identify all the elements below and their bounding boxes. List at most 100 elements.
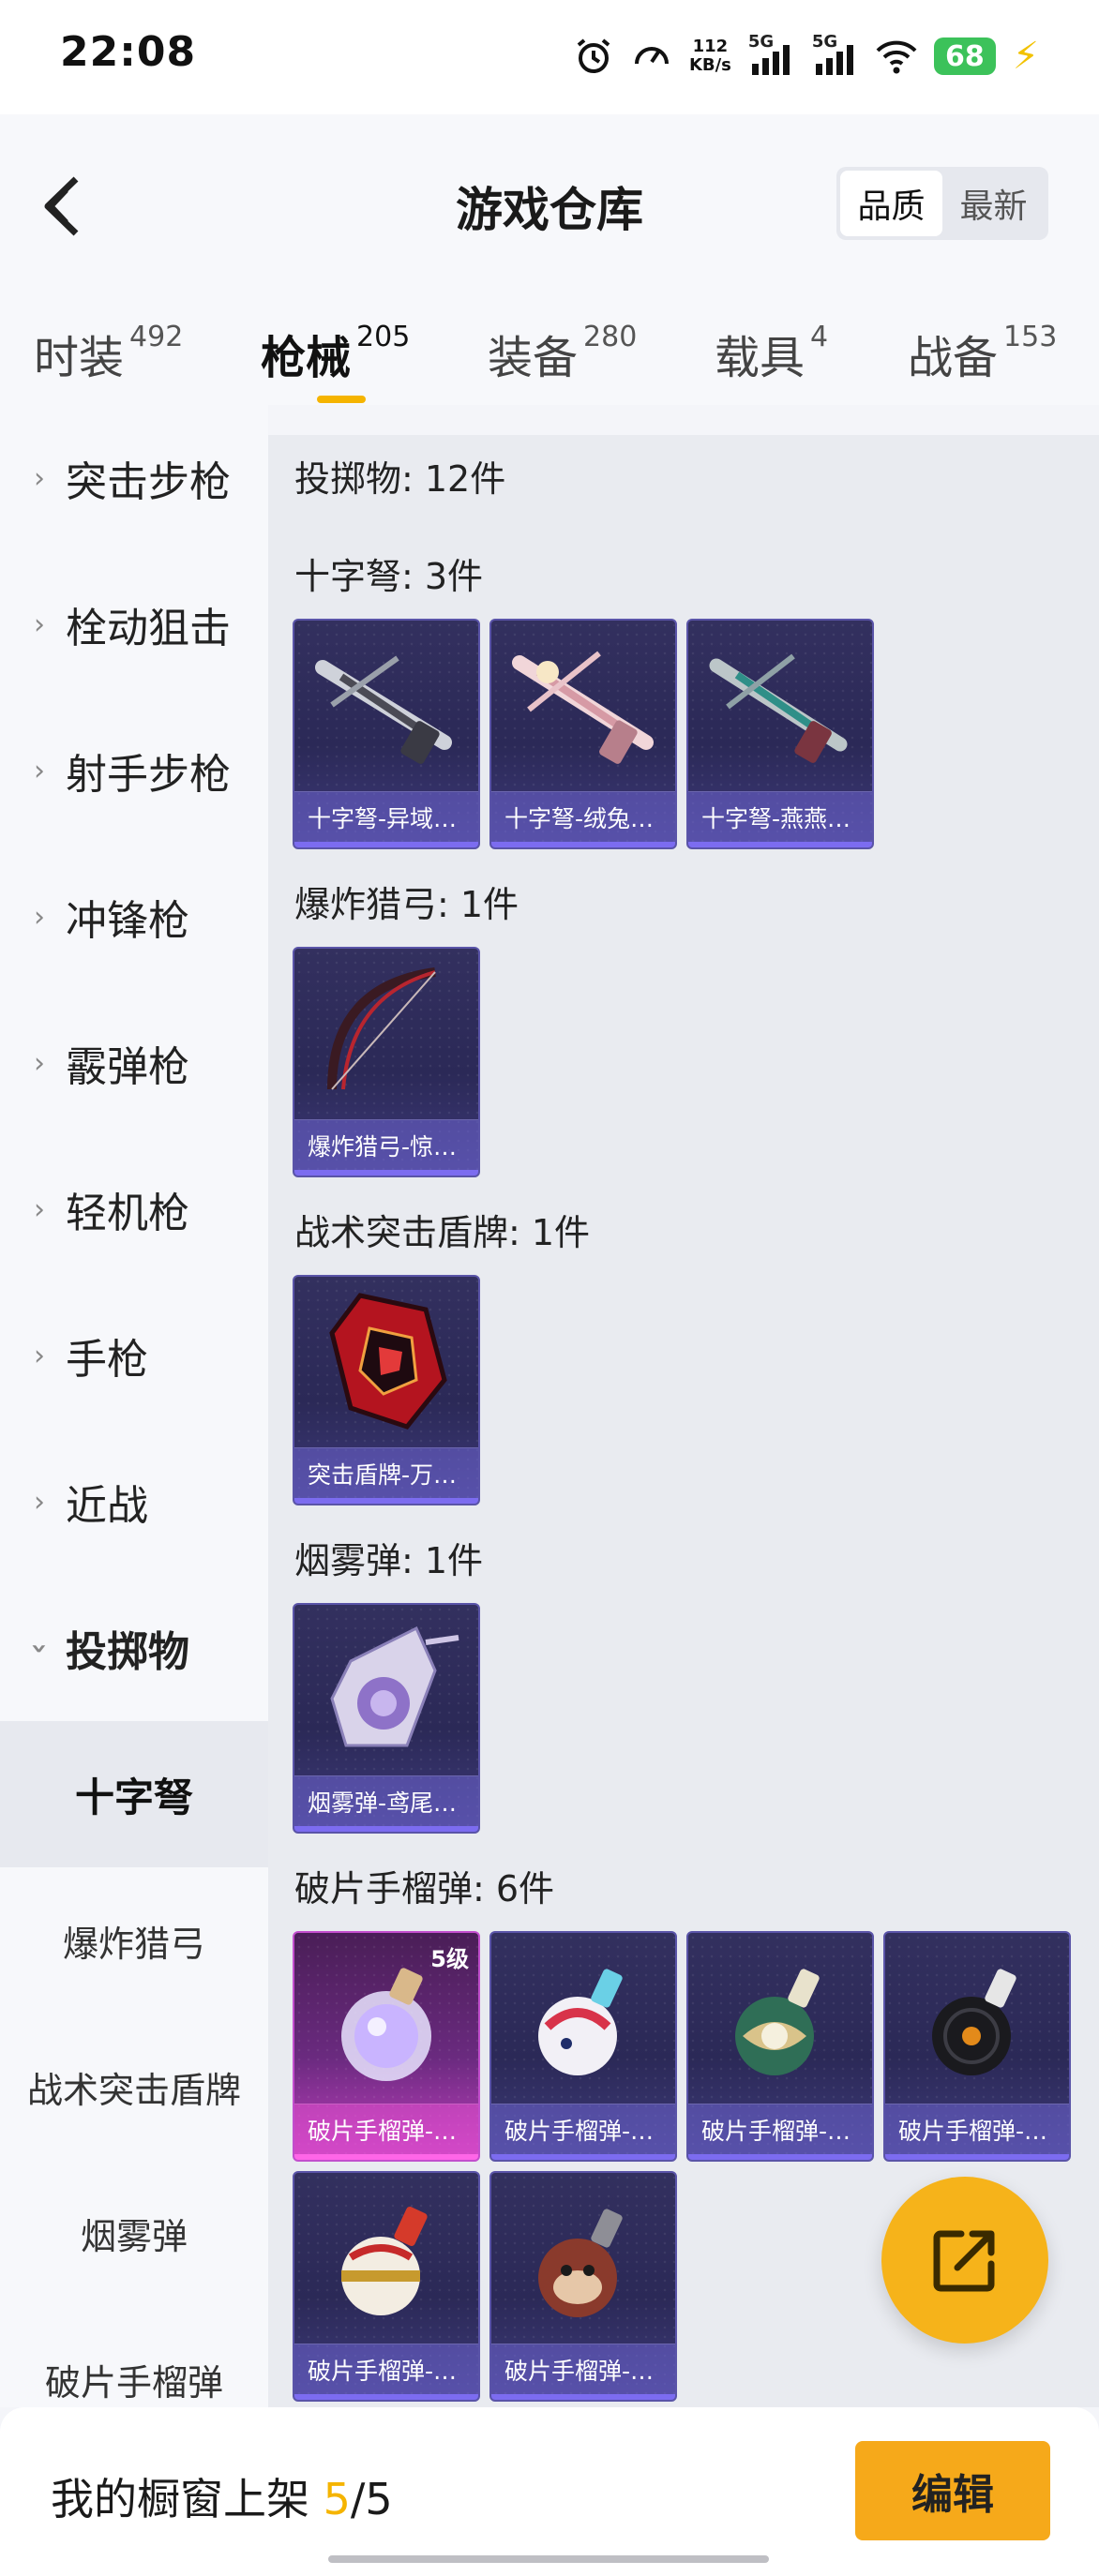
item-card[interactable]: 十字弩-绒兔… xyxy=(489,619,677,849)
chevron-right-icon: › xyxy=(34,1339,45,1372)
tab-count: 153 xyxy=(1003,321,1058,353)
sidebar-item-assault-rifle[interactable]: › 突击步枪 xyxy=(0,405,268,551)
edit-button[interactable]: 编辑 xyxy=(855,2441,1050,2540)
group-title: 破片手榴弹: 6件 xyxy=(294,1868,555,1910)
item-grid: 烟雾弹-鸢尾… xyxy=(293,1603,1090,1834)
group-title: 战术突击盾牌: 1件 xyxy=(294,1212,591,1253)
sort-option-quality[interactable]: 品质 xyxy=(840,171,942,236)
item-label: 突击盾牌-万… xyxy=(294,1447,478,1504)
chevron-down-icon: › xyxy=(23,1641,56,1655)
wifi-icon xyxy=(876,40,917,74)
header: 游戏仓库 品质 最新 时装 492 枪械 205 装备 280 载具 4 战备 153 xyxy=(0,114,1099,405)
sidebar-item-smg[interactable]: › 冲锋枪 xyxy=(0,844,268,990)
item-card[interactable]: 破片手榴弹-… xyxy=(489,1931,677,2162)
level-badge: 5级 xyxy=(430,1946,469,1972)
status-icons: 112 KB/s 5G 5G 68 ⚡ xyxy=(573,28,1039,84)
item-card[interactable]: 破片手榴弹-… xyxy=(293,2171,480,2402)
sidebar-item-label: 栓动狙击 xyxy=(66,605,231,652)
item-label: 十字弩-燕燕… xyxy=(688,791,872,847)
battery-icon: 68 xyxy=(933,37,996,75)
jade-grenade-icon xyxy=(735,1969,820,2075)
item-grid: 爆炸猎弓-惊… xyxy=(293,947,1090,1177)
category-tabs: 时装 492 枪械 205 装备 280 载具 4 战备 153 xyxy=(0,321,1099,405)
shield-icon xyxy=(329,1293,447,1430)
item-card[interactable]: 5级 破片手榴弹-… xyxy=(293,1931,480,2162)
alarm-icon xyxy=(577,38,610,73)
tab-equipment[interactable]: 装备 280 xyxy=(488,321,637,386)
sidebar-subitem-tactical-shield[interactable]: 战术突击盾牌 xyxy=(0,2014,268,2160)
item-card[interactable]: 破片手榴弹-… xyxy=(686,1931,874,2162)
item-card[interactable]: 十字弩-燕燕… xyxy=(686,619,874,849)
sidebar-subitem-explosive-bow[interactable]: 爆炸猎弓 xyxy=(0,1867,268,2014)
item-card[interactable]: 破片手榴弹-… xyxy=(883,1931,1071,2162)
rarity-bar xyxy=(294,842,478,847)
crossbow-icon xyxy=(512,651,654,764)
tab-count: 4 xyxy=(810,321,829,353)
bow-icon xyxy=(327,967,436,1090)
chevron-right-icon: › xyxy=(34,1485,45,1519)
group-title: 十字弩: 3件 xyxy=(294,556,484,597)
item-label: 破片手榴弹-… xyxy=(491,2344,675,2400)
tab-guns[interactable]: 枪械 205 xyxy=(261,321,410,386)
item-label: 十字弩-绒兔… xyxy=(491,791,675,847)
tab-count: 492 xyxy=(129,321,184,353)
sidebar-item-label: 轻机枪 xyxy=(66,1190,189,1237)
sidebar-subitem-frag-grenade[interactable]: 破片手榴弹 xyxy=(0,2306,268,2407)
sidebar-item-label: 近战 xyxy=(66,1482,148,1530)
item-label: 破片手榴弹-… xyxy=(688,2104,872,2160)
signal-icon: 5G xyxy=(748,32,795,77)
crossbow-icon xyxy=(315,655,452,764)
sidebar-item-marksman-rifle[interactable]: › 射手步枪 xyxy=(0,697,268,844)
rarity-bar xyxy=(491,2154,675,2160)
showcase-current: 5 xyxy=(323,2474,351,2524)
active-tab-indicator xyxy=(317,396,366,403)
sidebar-item-label: 冲锋枪 xyxy=(66,897,189,945)
showcase-label: 我的橱窗上架 xyxy=(51,2474,309,2524)
sidebar-subitem-smoke-grenade[interactable]: 烟雾弹 xyxy=(0,2160,268,2306)
sidebar-item-label: 霰弹枪 xyxy=(66,1043,189,1091)
sidebar-item-melee[interactable]: › 近战 xyxy=(0,1429,268,1575)
item-label: 十字弩-异域… xyxy=(294,791,478,847)
sidebar-item-label: 射手步枪 xyxy=(66,751,231,799)
sidebar-subitem-crossbow[interactable]: 十字弩 xyxy=(0,1721,268,1867)
home-indicator[interactable] xyxy=(328,2555,769,2563)
signal-icon-2: 5G xyxy=(812,32,859,77)
item-label: 破片手榴弹-… xyxy=(885,2104,1069,2160)
item-card[interactable]: 爆炸猎弓-惊… xyxy=(293,947,480,1177)
charging-icon: ⚡ xyxy=(1012,35,1039,78)
chevron-right-icon: › xyxy=(34,754,45,787)
tab-fashion[interactable]: 时装 492 xyxy=(34,321,183,386)
tab-label: 时装 xyxy=(34,332,125,384)
sidebar-item-shotgun[interactable]: › 霰弹枪 xyxy=(0,990,268,1136)
status-time: 22:08 xyxy=(60,28,197,76)
item-label: 破片手榴弹-… xyxy=(491,2104,675,2160)
monkey-grenade-icon xyxy=(538,2209,623,2317)
item-card[interactable]: 突击盾牌-万… xyxy=(293,1275,480,1505)
chevron-right-icon: › xyxy=(34,1046,45,1080)
sidebar-item-throwables[interactable]: › 投掷物 xyxy=(0,1575,268,1721)
item-card[interactable]: 烟雾弹-鸢尾… xyxy=(293,1603,480,1834)
sidebar-item-label: 投掷物 xyxy=(66,1628,189,1676)
sidebar-item-pistol[interactable]: › 手枪 xyxy=(0,1282,268,1429)
item-card[interactable]: 十字弩-异域… xyxy=(293,619,480,849)
sort-option-newest[interactable]: 最新 xyxy=(942,171,1045,236)
vinyl-grenade-icon xyxy=(932,1969,1016,2075)
sidebar-item-label: 手枪 xyxy=(66,1336,148,1384)
tab-vehicles[interactable]: 载具 4 xyxy=(715,321,828,386)
bottom-bar: 我的橱窗上架 5/5 编辑 xyxy=(0,2407,1099,2576)
rarity-bar xyxy=(491,842,675,847)
tab-label: 载具 xyxy=(715,332,805,384)
rarity-bar xyxy=(294,1498,478,1504)
tab-battle-gear[interactable]: 战备 153 xyxy=(908,321,1057,386)
item-label: 破片手榴弹-… xyxy=(294,2344,478,2400)
share-button[interactable] xyxy=(881,2177,1048,2344)
rarity-bar xyxy=(688,2154,872,2160)
group-title: 爆炸猎弓: 1件 xyxy=(294,884,519,925)
net-speed-unit: KB/s xyxy=(688,55,731,75)
crossbow-icon xyxy=(709,653,848,763)
sidebar-item-bolt-sniper[interactable]: › 栓动狙击 xyxy=(0,551,268,697)
item-card[interactable]: 破片手榴弹-… xyxy=(489,2171,677,2402)
sidebar-item-lmg[interactable]: › 轻机枪 xyxy=(0,1136,268,1282)
rarity-bar xyxy=(688,842,872,847)
speedometer-icon xyxy=(634,47,669,65)
